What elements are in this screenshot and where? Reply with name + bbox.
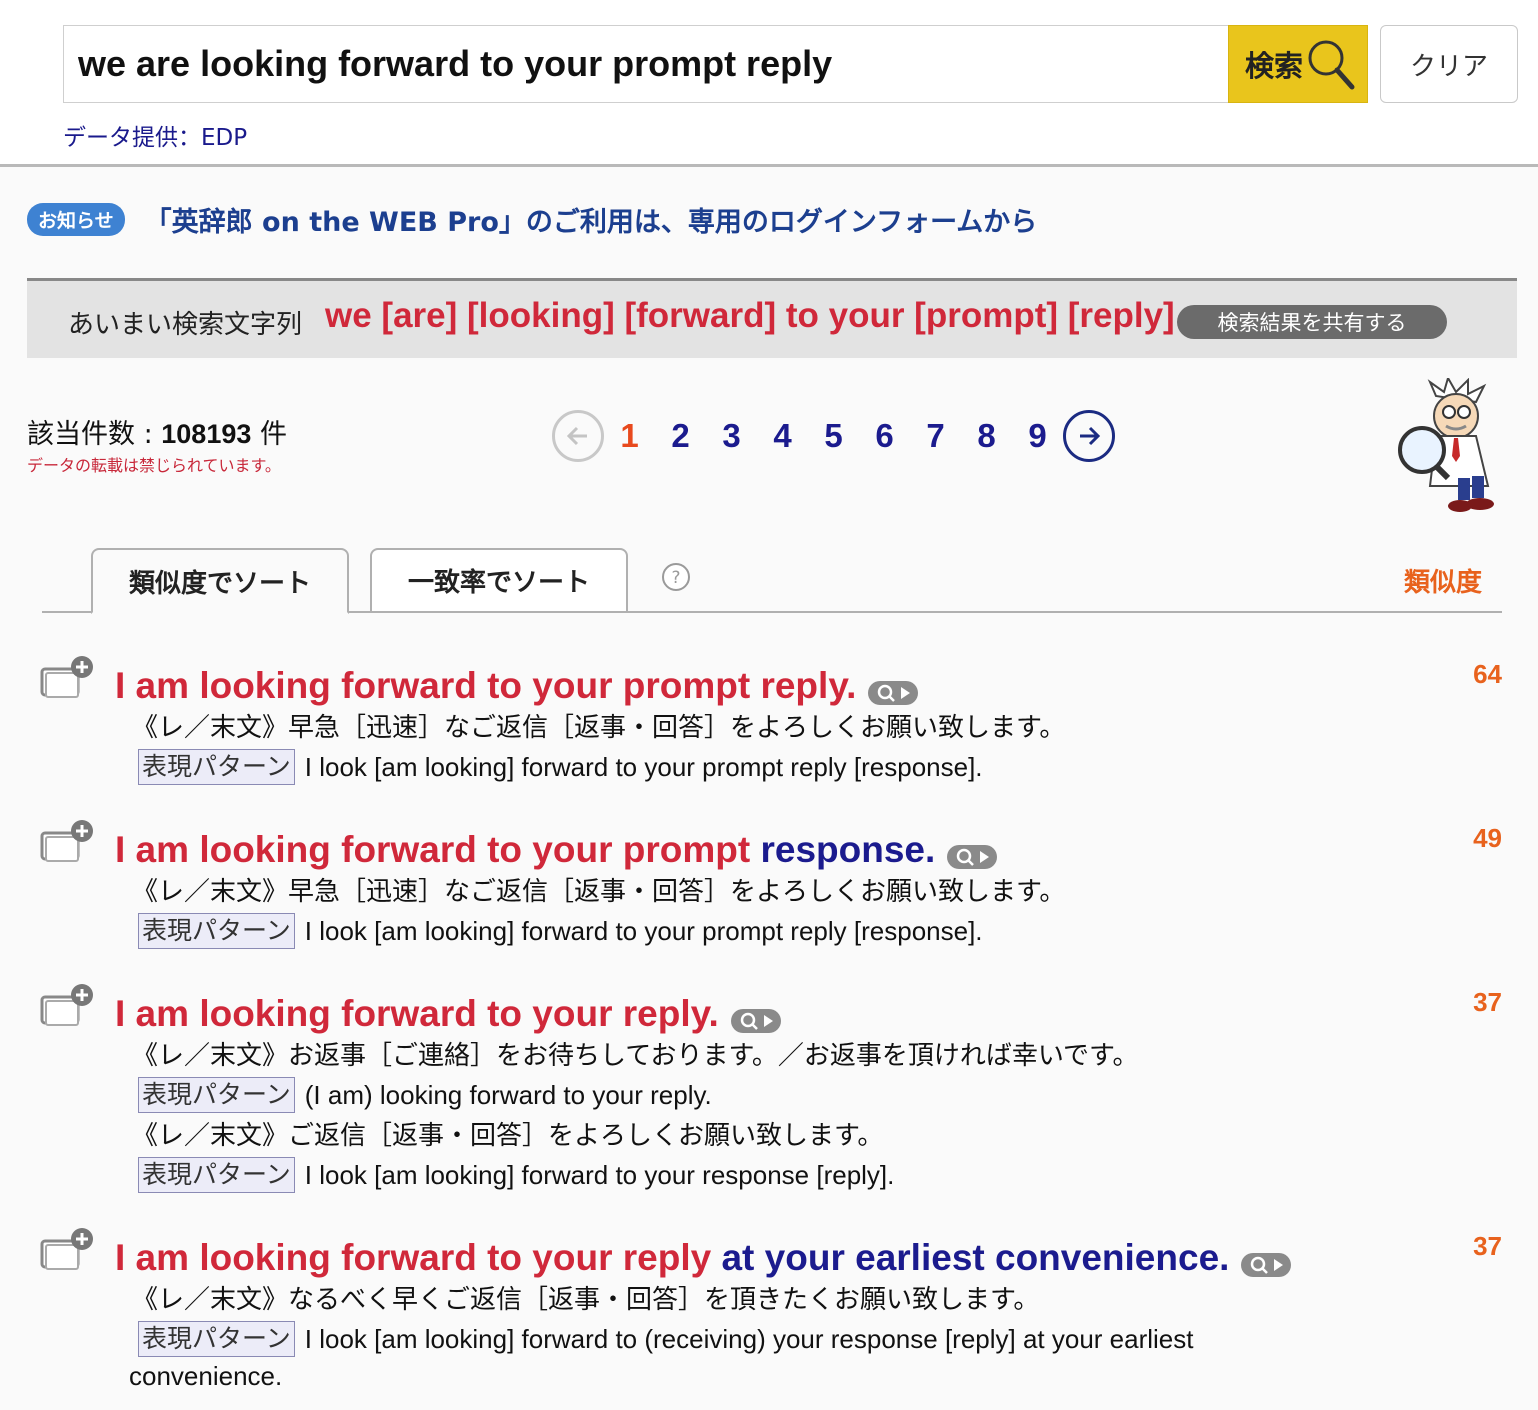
question-icon[interactable]: ?: [661, 562, 691, 592]
translation-line: 《レ／末文》早急［迅速］なご返信［返事・回答］をよろしくお願い致します。: [132, 877, 1066, 907]
fuzzy-search-bar: あいまい検索文字列 we [are] [looking] [forward] t…: [27, 278, 1517, 358]
page-number-1: 1: [620, 417, 639, 454]
magnifier-icon: [1308, 40, 1355, 90]
fuzzy-search-label: あいまい検索文字列: [68, 310, 303, 340]
pattern-text-continuation: convenience.: [129, 1361, 283, 1391]
pattern-text: I look [am looking] forward to your prom…: [304, 751, 983, 782]
pattern-line: 表現パターン I look [am looking] forward to you…: [138, 913, 983, 949]
result-count-suffix: 件: [251, 419, 287, 450]
speak-search-icon[interactable]: [868, 673, 919, 705]
result-count-prefix: 該当件数 :: [27, 419, 162, 450]
search-input[interactable]: [78, 26, 1218, 102]
headword-match-part: I am looking forward to your reply: [115, 1237, 722, 1278]
similarity-score: 64: [1473, 659, 1502, 689]
pattern-text: I look [am looking] forward to your resp…: [304, 1159, 895, 1190]
translation-line: 《レ／末文》お返事［ご連絡］をお待ちしております。／お返事を頂ければ幸いです。: [132, 1041, 1139, 1071]
speak-search-icon[interactable]: [1241, 1245, 1292, 1277]
prev-page-button: [552, 410, 604, 462]
page-number-9[interactable]: 9: [1012, 417, 1063, 455]
pattern-text: (I am) looking forward to your reply.: [304, 1079, 712, 1110]
top-search-bar: 検索 クリア データ提供：EDP: [0, 0, 1538, 167]
tab-sort-match-rate[interactable]: 一致率でソート: [370, 548, 628, 613]
notice-link[interactable]: 「英辞郎 on the WEB Pro」のご利用は、専用のログインフォームから: [145, 200, 1038, 239]
search-box: [63, 25, 1228, 103]
similarity-score: 37: [1473, 987, 1502, 1017]
similarity-column-label: 類似度: [1404, 568, 1483, 598]
search-button-label: 検索: [1245, 49, 1304, 83]
speak-search-icon[interactable]: [730, 1001, 781, 1033]
entry-headword: I am looking forward to your reply at yo…: [115, 1237, 1292, 1279]
similarity-score: 37: [1473, 1231, 1502, 1261]
page-number-6[interactable]: 6: [859, 417, 910, 455]
pattern-tag: 表現パターン: [138, 913, 295, 949]
entry-headword: I am looking forward to your prompt repl…: [115, 665, 919, 707]
arrow-right-icon: [1080, 426, 1101, 446]
translation-line: 《レ／末文》なるべく早くご返信［返事・回答］を頂きたくお願い致します。: [132, 1285, 1040, 1315]
fuzzy-search-query: we [are] [looking] [forward] to your [pr…: [325, 296, 1175, 335]
professor-mascot-icon: [1398, 378, 1494, 512]
page-number-3[interactable]: 3: [706, 417, 757, 455]
speak-search-icon[interactable]: [947, 837, 998, 869]
arrow-left-icon: [566, 426, 587, 446]
pattern-text: I look [am looking] forward to your prom…: [304, 915, 983, 946]
notice-badge: お知らせ: [27, 203, 125, 236]
add-to-wordbook-icon[interactable]: [40, 1227, 98, 1275]
headword-match-part: I am looking forward to your reply.: [115, 993, 719, 1034]
page-number-4[interactable]: 4: [757, 417, 808, 455]
pattern-line: 表現パターン I look [am looking] forward to you…: [138, 749, 983, 785]
share-results-button[interactable]: 検索結果を共有する: [1177, 305, 1447, 339]
add-to-wordbook-icon[interactable]: [40, 983, 98, 1031]
pattern-line: 表現パターン (I am) looking forward to your rep…: [138, 1077, 712, 1113]
translation-line: 《レ／末文》早急［迅速］なご返信［返事・回答］をよろしくお願い致します。: [132, 713, 1066, 743]
add-to-wordbook-icon[interactable]: [40, 819, 98, 867]
result-count-number: 108193: [161, 419, 252, 449]
search-button[interactable]: 検索: [1228, 25, 1368, 103]
notice-bar: お知らせ 「英辞郎 on the WEB Pro」のご利用は、専用のログインフォ…: [27, 200, 1037, 239]
add-to-wordbook-icon[interactable]: [40, 655, 98, 703]
clear-button[interactable]: クリア: [1380, 25, 1518, 103]
page-number-7[interactable]: 7: [910, 417, 961, 455]
copyright-note: データの転載は禁じられています。: [27, 456, 281, 475]
headword-match-part: I am looking forward to your prompt: [115, 829, 761, 870]
next-page-button[interactable]: [1063, 410, 1115, 462]
page-number-2[interactable]: 2: [655, 417, 706, 455]
pattern-line: 表現パターン I look [am looking] forward to you…: [138, 1157, 894, 1193]
pattern-tag: 表現パターン: [138, 1157, 295, 1193]
svg-text:?: ?: [671, 568, 680, 588]
result-count: 該当件数 : 108193 件: [27, 412, 287, 451]
entry-headword: I am looking forward to your reply.: [115, 993, 781, 1035]
page-number-5[interactable]: 5: [808, 417, 859, 455]
translation-line: 《レ／末文》ご返信［返事・回答］をよろしくお願い致します。: [132, 1121, 884, 1151]
page-number-8[interactable]: 8: [961, 417, 1012, 455]
pattern-text: I look [am looking] forward to (receivin…: [304, 1323, 1194, 1354]
pagination: 123456789: [552, 408, 1115, 464]
pattern-tag: 表現パターン: [138, 749, 295, 785]
entry-headword: I am looking forward to your prompt resp…: [115, 829, 998, 871]
tab-sort-similarity[interactable]: 類似度でソート: [91, 548, 349, 614]
headword-extra-part: response.: [760, 829, 936, 870]
headword-match-part: I am looking forward to your prompt repl…: [115, 665, 857, 706]
pattern-line: 表現パターン I look [am looking] forward to (re…: [138, 1321, 1194, 1357]
headword-extra-part: at your earliest convenience.: [721, 1237, 1230, 1278]
data-source-credit: データ提供：EDP: [63, 125, 248, 151]
pattern-tag: 表現パターン: [138, 1077, 295, 1113]
similarity-score: 49: [1473, 823, 1502, 853]
page-number-list: 123456789: [604, 417, 1063, 455]
pattern-tag: 表現パターン: [138, 1321, 295, 1357]
